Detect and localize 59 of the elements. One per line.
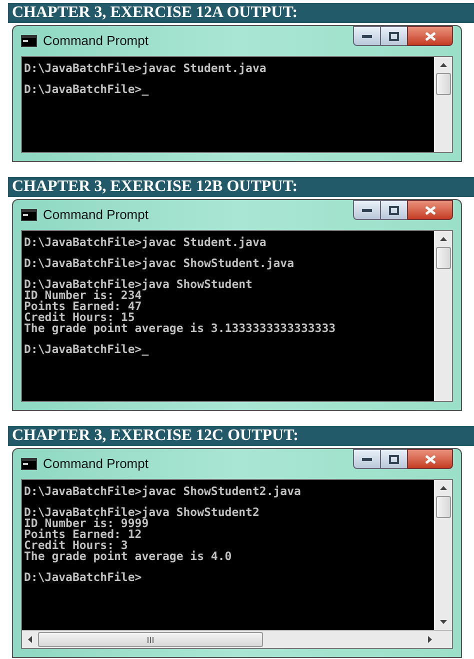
scroll-right-icon (428, 636, 432, 643)
console-line: Points Earned: 12 (24, 529, 142, 540)
scroll-down-icon (440, 620, 446, 624)
minimize-icon (362, 34, 372, 38)
console-line: D:\JavaBatchFile>_ (24, 344, 150, 355)
minimize-button[interactable] (353, 26, 381, 46)
scroll-left-icon (28, 636, 32, 643)
scrollbar-thumb[interactable] (436, 247, 450, 269)
close-button[interactable] (407, 200, 453, 220)
close-icon (424, 206, 436, 214)
section-heading: CHAPTER 3, EXERCISE 12B OUTPUT: (8, 177, 474, 197)
console-line: Credit Hours: 3 (24, 540, 129, 551)
window-title: Command Prompt (43, 455, 148, 474)
console-line: Points Earned: 47 (24, 301, 143, 312)
scroll-up-icon (440, 63, 446, 67)
vertical-scrollbar[interactable] (434, 231, 452, 401)
console-line: D:\JavaBatchFile> (24, 572, 143, 583)
maximize-icon (389, 454, 399, 464)
close-icon (424, 454, 436, 464)
console-line: D:\JavaBatchFile>java ShowStudent (24, 279, 254, 290)
close-button[interactable] (407, 26, 453, 46)
console-line: D:\JavaBatchFile>javac ShowStudent.java (24, 258, 296, 269)
console-icon (21, 35, 37, 47)
scroll-up-icon (440, 237, 446, 241)
minimize-icon (362, 458, 372, 460)
section-heading: CHAPTER 3, EXERCISE 12A OUTPUT: (8, 3, 474, 23)
minimize-button[interactable] (353, 449, 381, 469)
minimize-button[interactable] (353, 200, 381, 220)
vertical-scrollbar[interactable] (434, 57, 452, 152)
horizontal-scrollbar[interactable] (22, 630, 452, 648)
maximize-icon (389, 206, 399, 214)
scrollbar-thumb[interactable] (38, 632, 263, 647)
maximize-button[interactable] (381, 26, 407, 46)
window-title: Command Prompt (43, 206, 148, 224)
maximize-button[interactable] (381, 200, 407, 220)
vertical-scrollbar[interactable] (434, 480, 452, 630)
section-heading: CHAPTER 3, EXERCISE 12C OUTPUT: (8, 426, 474, 446)
console-icon (21, 209, 37, 221)
console-icon (21, 458, 37, 470)
close-button[interactable] (407, 449, 453, 469)
scrollbar-thumb[interactable] (436, 73, 450, 95)
maximize-icon (389, 32, 399, 40)
console-line: The grade point average is 3.1333333333333333 (24, 323, 337, 334)
console-line: D:\JavaBatchFile>javac Student.java (24, 63, 268, 74)
console-line: ID Number is: 9999 (24, 518, 149, 529)
console-line: The grade point average is 4.0 (24, 551, 233, 562)
scroll-up-icon (440, 486, 446, 490)
console-line: D:\JavaBatchFile>java ShowStudent2 (24, 507, 260, 518)
scrollbar-thumb[interactable] (436, 496, 450, 518)
console-line: ID Number is: 234 (24, 290, 142, 301)
console-line: D:\JavaBatchFile>javac Student.java (24, 237, 268, 248)
console-line: Credit Hours: 15 (24, 312, 136, 323)
close-icon (424, 32, 436, 40)
grip-icon (147, 636, 154, 642)
console-line: D:\JavaBatchFile>_ (24, 84, 150, 95)
window-title: Command Prompt (43, 32, 148, 50)
console-line: D:\JavaBatchFile>javac ShowStudent2.java (24, 486, 302, 497)
minimize-icon (362, 208, 372, 212)
maximize-button[interactable] (381, 449, 407, 469)
